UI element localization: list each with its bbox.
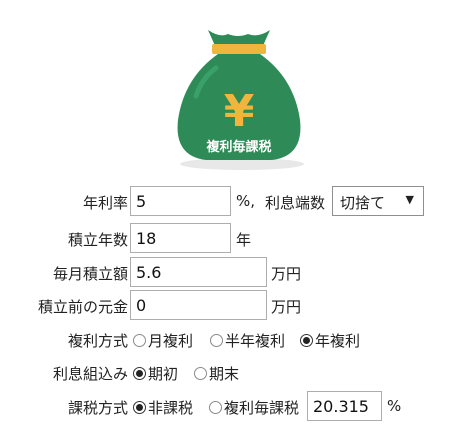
tax-option-compound[interactable]: 複利毎課税: [209, 397, 299, 418]
compound-label: 複利方式: [67, 332, 128, 350]
timing-option-label: 期初: [148, 365, 179, 383]
monthly-input[interactable]: [130, 257, 267, 287]
tax-rate-input[interactable]: [307, 391, 382, 421]
years-row: 積立年数 年: [0, 223, 473, 253]
tax-rate-unit: %: [387, 397, 402, 415]
compound-option-label: 月複利: [148, 332, 194, 350]
monthly-unit: 万円: [271, 265, 302, 283]
principal-unit: 万円: [271, 298, 302, 316]
tax-option-label: 複利毎課税: [224, 399, 300, 417]
radio-icon: [209, 401, 222, 414]
radio-selected-icon: [300, 334, 313, 347]
tax-option-label: 非課税: [148, 399, 194, 417]
rounding-select[interactable]: 切捨て ▼: [332, 186, 424, 216]
compound-option-semiannual[interactable]: 半年複利: [210, 330, 285, 351]
annual-rate-row: 年利率 %, 利息端数 切捨て ▼: [0, 186, 473, 216]
timing-option-end[interactable]: 期末: [194, 363, 239, 384]
annual-rate-label: 年利率: [82, 194, 128, 212]
rounding-selected: 切捨て: [340, 194, 386, 212]
yen-symbol: ¥: [224, 86, 255, 137]
radio-icon: [194, 367, 207, 380]
bag-band: [212, 44, 266, 54]
compound-row: 複利方式 月複利 半年複利 年複利: [0, 324, 473, 354]
compound-option-monthly[interactable]: 月複利: [133, 330, 193, 351]
timing-option-start[interactable]: 期初: [133, 363, 178, 384]
monthly-row: 毎月積立額 万円: [0, 257, 473, 287]
dropdown-arrow-icon: ▼: [405, 193, 414, 206]
tax-label: 課税方式: [67, 399, 128, 417]
timing-option-label: 期末: [209, 365, 240, 383]
annual-rate-input[interactable]: [130, 186, 231, 216]
timing-label: 利息組込み: [52, 365, 128, 383]
years-unit: 年: [236, 231, 252, 249]
principal-label: 積立前の元金: [37, 298, 128, 316]
principal-input[interactable]: [130, 290, 267, 320]
radio-icon: [133, 334, 146, 347]
radio-icon: [210, 334, 223, 347]
compound-option-label: 年複利: [315, 332, 361, 350]
years-input[interactable]: [130, 223, 231, 253]
radio-selected-icon: [133, 367, 146, 380]
money-bag-logo: ¥ 複利毎課税: [177, 30, 304, 170]
rounding-label: 利息端数: [265, 194, 326, 212]
compound-option-annual[interactable]: 年複利: [300, 330, 360, 351]
compound-option-label: 半年複利: [225, 332, 286, 350]
timing-row: 利息組込み 期初 期末: [0, 357, 473, 387]
monthly-label: 毎月積立額: [52, 265, 128, 283]
tax-option-none[interactable]: 非課税: [133, 397, 193, 418]
radio-selected-icon: [133, 401, 146, 414]
years-label: 積立年数: [67, 231, 128, 249]
logo-caption: 複利毎課税: [205, 139, 271, 155]
annual-rate-unit: %,: [236, 192, 256, 210]
tax-row: 課税方式 非課税 複利毎課税 %: [0, 391, 473, 421]
principal-row: 積立前の元金 万円: [0, 290, 473, 320]
